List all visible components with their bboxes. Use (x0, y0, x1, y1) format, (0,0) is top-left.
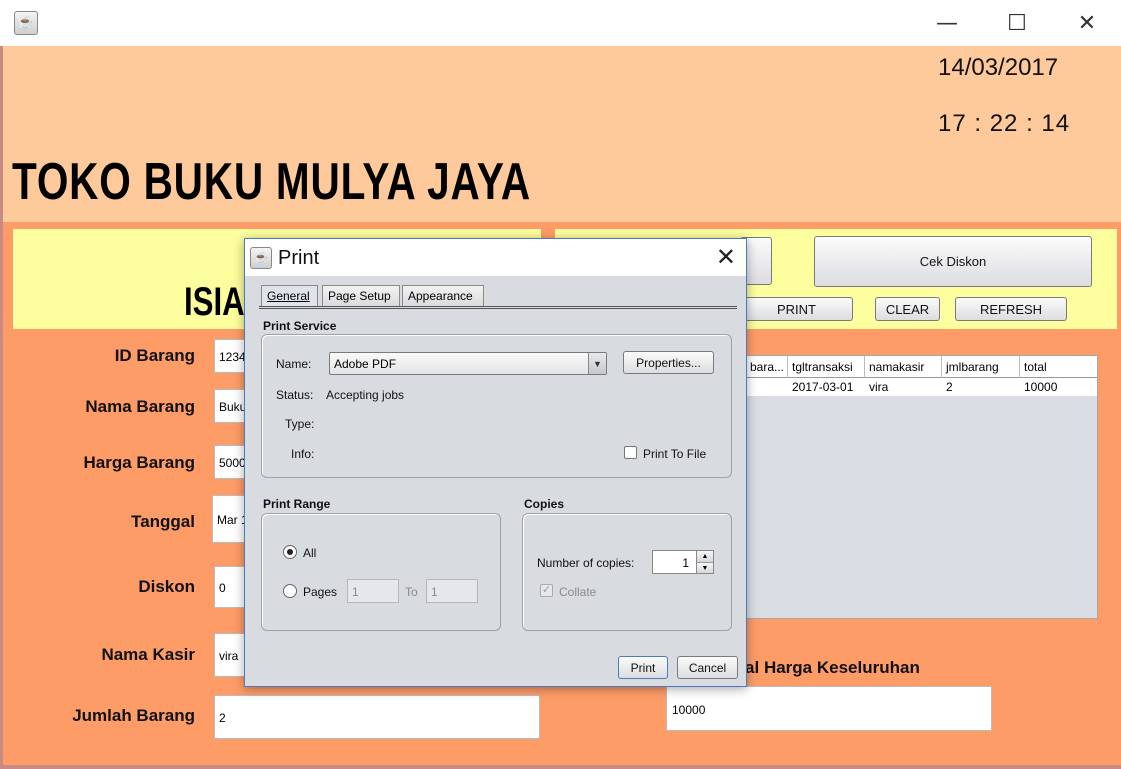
all-label: All (303, 546, 317, 560)
close-window-button[interactable]: ✕ (1067, 8, 1107, 38)
dialog-titlebar: ☕ Print ✕ (245, 239, 746, 276)
table-cell: 2 (946, 380, 953, 394)
current-date: 14/03/2017 (938, 54, 1059, 81)
cancel-button[interactable]: Cancel (677, 656, 738, 679)
print-to-file-checkbox[interactable] (624, 446, 637, 459)
tab-label: Appearance (408, 289, 473, 303)
minimize-button[interactable]: — (927, 8, 967, 38)
all-radio[interactable] (283, 545, 297, 559)
tab-label: General (267, 289, 310, 303)
printer-select[interactable]: Adobe PDF ▼ (329, 352, 607, 375)
print-button[interactable]: PRINT (740, 297, 853, 321)
chevron-down-icon[interactable]: ▼ (588, 353, 606, 374)
table-cell (746, 378, 788, 396)
jumlah-barang-label: Jumlah Barang (72, 706, 195, 725)
column-header[interactable]: bara... (746, 356, 788, 378)
status-value: Accepting jobs (326, 388, 405, 402)
decrement-icon[interactable]: ▼ (697, 562, 713, 573)
column-header[interactable]: tgltransaksi (788, 356, 865, 378)
pages-radio[interactable] (283, 584, 297, 598)
copies-title: Copies (524, 497, 565, 511)
print-range-group (261, 513, 501, 631)
copies-spinner[interactable]: 1 ▲ ▼ (652, 550, 714, 574)
number-of-copies-label: Number of copies: (537, 556, 635, 570)
total-harga-label: otal Harga Keseluruhan (729, 658, 920, 677)
tab-appearance[interactable]: Appearance (402, 285, 484, 307)
nama-kasir-label: Nama Kasir (101, 645, 195, 664)
close-icon[interactable]: ✕ (716, 243, 736, 271)
java-dialog-icon: ☕ (250, 247, 272, 269)
harga-barang-label: Harga Barang (83, 453, 195, 472)
printer-selected: Adobe PDF (334, 357, 397, 371)
nama-barang-label: Nama Barang (85, 397, 195, 416)
table-row[interactable]: 2017-03-01 vira 2 10000 (746, 378, 1097, 396)
print-range-title: Print Range (263, 497, 331, 511)
to-label: To (405, 585, 418, 599)
pages-to-input[interactable]: 1 (426, 579, 478, 603)
column-header[interactable]: namakasir (865, 356, 942, 378)
collate-label: Collate (559, 585, 597, 599)
tab-separator (259, 306, 737, 309)
total-harga-input[interactable]: 10000 (666, 686, 992, 731)
tab-page-setup[interactable]: Page Setup (322, 285, 400, 307)
tab-general[interactable]: General (261, 285, 318, 307)
properties-button[interactable]: Properties... (623, 351, 714, 374)
pages-label: Pages (303, 585, 338, 599)
spinner-buttons: ▲ ▼ (696, 551, 713, 573)
id-barang-label: ID Barang (114, 346, 195, 365)
java-app-icon: ☕ (14, 11, 38, 35)
status-label: Status: (276, 388, 314, 402)
table-cell: vira (869, 380, 889, 394)
current-time: 17 : 22 : 14 (938, 110, 1071, 137)
info-label: Info: (291, 447, 315, 461)
print-dialog: ☕ Print ✕ General Page Setup Appearance … (244, 238, 747, 687)
store-title: TOKO BUKU MULYA JAYA (12, 153, 532, 211)
dialog-title: Print (278, 247, 320, 269)
refresh-button[interactable]: REFRESH (955, 297, 1067, 321)
table-header: bara... tgltransaksi namakasir jmlbarang… (746, 356, 1097, 378)
window-titlebar: ☕ — ☐ ✕ (0, 0, 1121, 46)
column-header[interactable]: total (1020, 356, 1097, 378)
pages-from-input[interactable]: 1 (347, 579, 399, 603)
copies-value: 1 (682, 556, 689, 570)
transaksi-table[interactable]: bara... tgltransaksi namakasir jmlbarang… (745, 355, 1098, 619)
print-to-file-label: Print To File (643, 447, 707, 461)
jumlah-barang-input[interactable]: 2 (214, 695, 540, 739)
table-cell: 2017-03-01 (792, 380, 854, 394)
clear-button[interactable]: CLEAR (875, 297, 940, 321)
type-label: Type: (285, 417, 315, 431)
diskon-label: Diskon (138, 577, 195, 596)
tab-label: Page Setup (328, 289, 391, 303)
increment-icon[interactable]: ▲ (697, 551, 713, 562)
print-confirm-button[interactable]: Print (618, 656, 668, 679)
collate-checkbox[interactable]: ✓ (540, 584, 553, 597)
column-header[interactable]: jmlbarang (942, 356, 1020, 378)
print-service-title: Print Service (263, 319, 337, 333)
maximize-button[interactable]: ☐ (997, 8, 1037, 38)
name-label: Name: (276, 357, 312, 371)
table-cell: 10000 (1024, 380, 1058, 394)
tanggal-label: Tanggal (131, 512, 195, 531)
cek-diskon-button[interactable]: Cek Diskon (814, 236, 1092, 287)
